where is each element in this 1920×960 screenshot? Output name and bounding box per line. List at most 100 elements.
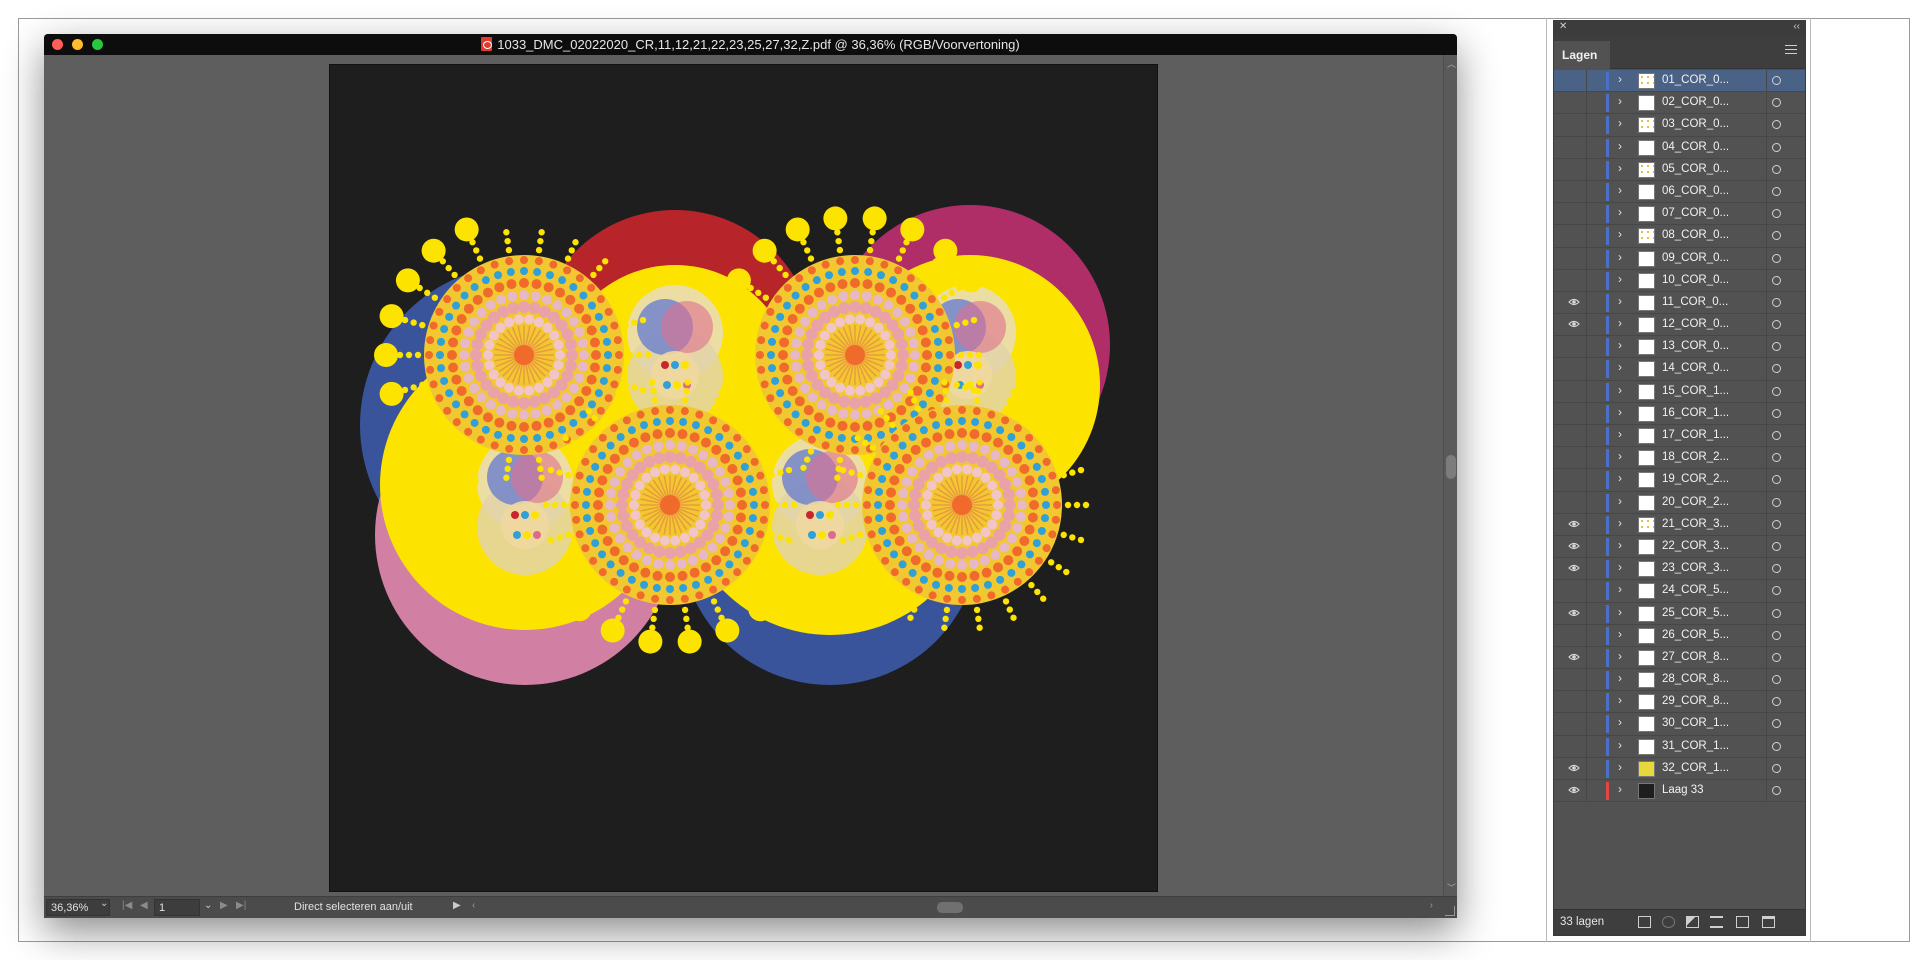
target-circle-icon[interactable] <box>1772 408 1781 418</box>
chevron-right-icon[interactable]: › <box>1618 605 1622 619</box>
target-circle-icon[interactable] <box>1772 608 1781 618</box>
target-circle-icon[interactable] <box>1772 209 1781 219</box>
layer-row[interactable]: › 08_COR_0... <box>1554 225 1805 248</box>
lock-toggle[interactable] <box>1587 137 1603 158</box>
layer-name[interactable]: 18_COR_2... <box>1662 451 1729 463</box>
lock-toggle[interactable] <box>1587 381 1603 402</box>
lock-toggle[interactable] <box>1587 447 1603 468</box>
scroll-up-icon[interactable]: ︿ <box>1447 57 1456 70</box>
new-sublayer-icon[interactable] <box>1710 916 1723 928</box>
export-icon[interactable] <box>1638 916 1651 928</box>
visibility-toggle[interactable] <box>1568 451 1580 463</box>
chevron-down-icon[interactable]: ⌄ <box>204 900 212 911</box>
play-icon[interactable]: ▶ <box>453 900 461 911</box>
eye-icon[interactable] <box>1568 762 1580 774</box>
lock-toggle[interactable] <box>1587 691 1603 712</box>
target-circle-icon[interactable] <box>1772 364 1781 374</box>
visibility-toggle[interactable] <box>1568 74 1580 86</box>
lock-toggle[interactable] <box>1587 225 1603 246</box>
layer-row[interactable]: › 16_COR_1... <box>1554 402 1805 425</box>
panel-header[interactable]: ✕ ‹‹ <box>1554 21 1805 35</box>
visibility-toggle[interactable] <box>1568 629 1580 641</box>
layer-row[interactable]: › 01_COR_0... <box>1554 70 1805 93</box>
target-circle-icon[interactable] <box>1772 763 1781 773</box>
target-circle-icon[interactable] <box>1772 497 1781 507</box>
lock-toggle[interactable] <box>1587 580 1603 601</box>
chevron-right-icon[interactable]: › <box>1618 471 1622 485</box>
layer-name[interactable]: 03_COR_0... <box>1662 118 1729 130</box>
layer-row[interactable]: › 26_COR_5... <box>1554 624 1805 647</box>
lock-toggle[interactable] <box>1587 181 1603 202</box>
visibility-toggle[interactable] <box>1568 385 1580 397</box>
layer-row[interactable]: › 31_COR_1... <box>1554 735 1805 758</box>
layer-name[interactable]: 08_COR_0... <box>1662 229 1729 241</box>
lock-toggle[interactable] <box>1587 558 1603 579</box>
chevron-right-icon[interactable]: › <box>1618 94 1622 108</box>
layer-row[interactable]: › 18_COR_2... <box>1554 447 1805 470</box>
layer-name[interactable]: 02_COR_0... <box>1662 96 1729 108</box>
layer-row[interactable]: › 32_COR_1... <box>1554 757 1805 780</box>
target-circle-icon[interactable] <box>1772 98 1781 108</box>
layer-row[interactable]: › 07_COR_0... <box>1554 203 1805 226</box>
title-bar[interactable]: 1033_DMC_02022020_CR,11,12,21,22,23,25,2… <box>44 34 1457 55</box>
layer-row[interactable]: › 03_COR_0... <box>1554 114 1805 137</box>
lock-toggle[interactable] <box>1587 70 1603 91</box>
horizontal-scroll-thumb[interactable] <box>937 902 963 913</box>
chevron-right-icon[interactable]: › <box>1618 116 1622 130</box>
scroll-left-icon[interactable]: ‹ <box>472 900 475 911</box>
layer-row[interactable]: › 30_COR_1... <box>1554 713 1805 736</box>
layer-name[interactable]: 26_COR_5... <box>1662 629 1729 641</box>
chevron-right-icon[interactable]: › <box>1618 161 1622 175</box>
layer-row[interactable]: › 13_COR_0... <box>1554 336 1805 359</box>
layer-name[interactable]: 32_COR_1... <box>1662 762 1729 774</box>
layer-row[interactable]: › 15_COR_1... <box>1554 380 1805 403</box>
chevron-right-icon[interactable]: › <box>1618 227 1622 241</box>
layer-name[interactable]: 10_COR_0... <box>1662 274 1729 286</box>
lock-toggle[interactable] <box>1587 780 1603 801</box>
chevron-right-icon[interactable]: › <box>1618 383 1622 397</box>
layer-name[interactable]: 19_COR_2... <box>1662 473 1729 485</box>
locate-object-icon[interactable] <box>1662 916 1675 928</box>
chevron-right-icon[interactable]: › <box>1618 715 1622 729</box>
visibility-toggle[interactable] <box>1568 362 1580 374</box>
visibility-toggle[interactable] <box>1568 340 1580 352</box>
visibility-toggle[interactable] <box>1568 473 1580 485</box>
eye-icon[interactable] <box>1568 562 1580 574</box>
layer-name[interactable]: 29_COR_8... <box>1662 695 1729 707</box>
chevron-right-icon[interactable]: › <box>1618 427 1622 441</box>
layer-name[interactable]: 04_COR_0... <box>1662 141 1729 153</box>
visibility-toggle[interactable] <box>1568 252 1580 264</box>
visibility-toggle[interactable] <box>1568 118 1580 130</box>
layer-row[interactable]: › 27_COR_8... <box>1554 646 1805 670</box>
visibility-toggle[interactable] <box>1568 673 1580 685</box>
target-circle-icon[interactable] <box>1772 519 1781 529</box>
target-circle-icon[interactable] <box>1772 186 1781 196</box>
tab-layers[interactable]: Lagen <box>1554 41 1610 69</box>
visibility-toggle[interactable] <box>1568 229 1580 241</box>
first-page-icon[interactable]: |◀ <box>122 900 132 911</box>
chevron-right-icon[interactable]: › <box>1618 782 1622 796</box>
lock-toggle[interactable] <box>1587 403 1603 424</box>
layer-row[interactable]: › 06_COR_0... <box>1554 180 1805 204</box>
lock-toggle[interactable] <box>1587 292 1603 313</box>
chevron-right-icon[interactable]: › <box>1618 272 1622 286</box>
lock-toggle[interactable] <box>1587 425 1603 446</box>
lock-toggle[interactable] <box>1587 713 1603 734</box>
chevron-right-icon[interactable]: › <box>1618 139 1622 153</box>
visibility-toggle[interactable] <box>1568 584 1580 596</box>
layer-name[interactable]: 16_COR_1... <box>1662 407 1729 419</box>
artboard[interactable] <box>329 64 1158 892</box>
layer-name[interactable]: 05_COR_0... <box>1662 163 1729 175</box>
layer-name[interactable]: 24_COR_5... <box>1662 584 1729 596</box>
lock-toggle[interactable] <box>1587 203 1603 224</box>
visibility-toggle[interactable] <box>1568 740 1580 752</box>
lock-toggle[interactable] <box>1587 669 1603 690</box>
chevron-right-icon[interactable]: › <box>1618 560 1622 574</box>
prev-page-icon[interactable]: ◀ <box>140 900 148 911</box>
layer-row[interactable]: › 09_COR_0... <box>1554 247 1805 270</box>
lock-toggle[interactable] <box>1587 248 1603 269</box>
chevron-right-icon[interactable]: › <box>1618 294 1622 308</box>
eye-icon[interactable] <box>1568 651 1580 663</box>
layer-name[interactable]: 27_COR_8... <box>1662 651 1729 663</box>
chevron-right-icon[interactable]: › <box>1618 693 1622 707</box>
